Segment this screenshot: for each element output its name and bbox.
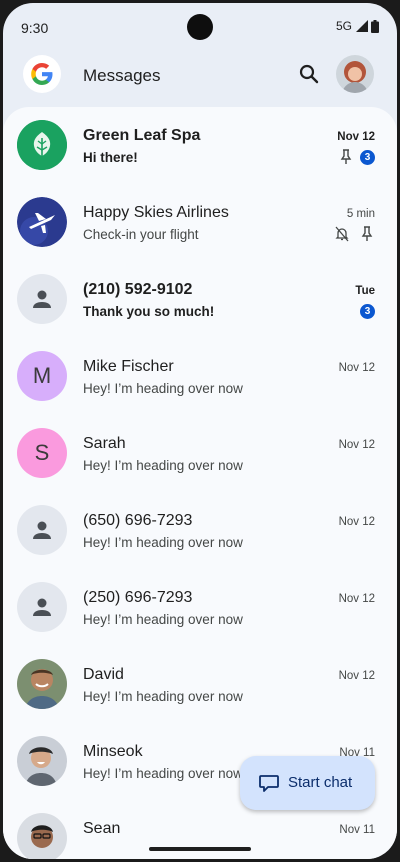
battery-icon: [371, 19, 379, 33]
status-time: 9:30: [21, 20, 49, 36]
conversation-date: Nov 11: [339, 824, 375, 836]
conversation-date: Nov 12: [338, 593, 375, 605]
system-icons: 5G: [336, 19, 379, 33]
avatar: M: [17, 351, 67, 401]
conversation-preview: Hey! I’m heading over now: [83, 535, 243, 550]
avatar: [17, 736, 67, 786]
conversation-row[interactable]: (210) 592-9102 Thank you so much! Tue 3: [3, 261, 397, 338]
start-chat-label: Start chat: [288, 774, 353, 791]
conversation-row[interactable]: (650) 696-7293 Hey! I’m heading over now…: [3, 492, 397, 569]
leaf-logo-icon: [17, 120, 67, 170]
conversation-date: Nov 12: [338, 516, 375, 528]
avatar-letter: M: [32, 363, 52, 388]
conversation-date: 5 min: [346, 208, 375, 220]
conversation-name: Sarah: [83, 435, 126, 452]
person-icon: [17, 582, 67, 632]
person-icon: [17, 505, 67, 555]
app-title: Messages: [83, 66, 161, 85]
conversation-row[interactable]: M Mike Fischer Hey! I’m heading over now…: [3, 338, 397, 415]
conversation-name: Sean: [83, 820, 121, 837]
conversation-name: Happy Skies Airlines: [83, 204, 229, 221]
gesture-nav-handle[interactable]: [149, 847, 251, 851]
muted-bell-icon: [335, 226, 349, 242]
plane-logo-icon: [17, 197, 67, 247]
conversation-date: Nov 12: [337, 131, 375, 143]
conversation-preview: Hey! I’m heading over now: [83, 612, 243, 627]
status-bar: 9:30 5G: [3, 3, 397, 51]
network-type: 5G: [335, 19, 352, 33]
conversation-name: Mike Fischer: [83, 358, 174, 375]
conversation-name: (650) 696-7293: [83, 512, 193, 529]
avatar: S: [17, 428, 67, 478]
conversation-date: Tue: [355, 285, 375, 297]
conversation-row[interactable]: Green Leaf Spa Hi there! Nov 12 3: [3, 107, 397, 184]
conversation-name: (250) 696-7293: [83, 589, 193, 606]
account-avatar[interactable]: [336, 55, 374, 93]
conversation-name: Green Leaf Spa: [83, 127, 201, 144]
start-chat-button[interactable]: Start chat: [240, 756, 375, 810]
pin-icon: [361, 226, 373, 241]
conversation-row[interactable]: Happy Skies Airlines Check-in your fligh…: [3, 184, 397, 261]
conversation-preview: Hey! I’m heading over now: [83, 766, 243, 781]
google-logo-icon[interactable]: [23, 55, 61, 93]
signal-icon: [356, 20, 368, 32]
chat-bubble-icon: [259, 775, 279, 792]
conversation-row[interactable]: David Hey! I’m heading over now Nov 12: [3, 646, 397, 723]
person-icon: [17, 274, 67, 324]
phone-screen: 9:30 5G Messages Green Leaf Spa Hi there…: [3, 3, 397, 859]
avatar: [17, 659, 67, 709]
conversation-preview: Hey! I’m heading over now: [83, 458, 243, 473]
app-bar: Messages: [3, 53, 397, 99]
conversation-row[interactable]: S Sarah Hey! I’m heading over now Nov 12: [3, 415, 397, 492]
unread-badge: 3: [360, 304, 375, 319]
conversation-preview: Hi there!: [83, 150, 138, 165]
search-icon[interactable]: [297, 62, 321, 86]
avatar-letter: S: [34, 440, 50, 465]
conversation-name: David: [83, 666, 124, 683]
conversation-name: (210) 592-9102: [83, 281, 193, 298]
conversation-name: Minseok: [83, 743, 143, 760]
conversation-date: Nov 12: [338, 362, 375, 374]
camera-cutout: [187, 14, 213, 40]
conversation-list: Green Leaf Spa Hi there! Nov 12 3 Happy …: [3, 107, 397, 859]
conversation-preview: Hey! I’m heading over now: [83, 381, 243, 396]
conversation-preview: Thank you so much!: [83, 304, 215, 319]
unread-badge: 3: [360, 150, 375, 165]
conversation-preview: Hey! I’m heading over now: [83, 689, 243, 704]
conversation-date: Nov 12: [338, 670, 375, 682]
avatar: [17, 813, 67, 859]
conversation-preview: Check-in your flight: [83, 227, 199, 242]
conversation-date: Nov 12: [338, 439, 375, 451]
pin-icon: [340, 149, 352, 164]
conversation-row[interactable]: (250) 696-7293 Hey! I’m heading over now…: [3, 569, 397, 646]
